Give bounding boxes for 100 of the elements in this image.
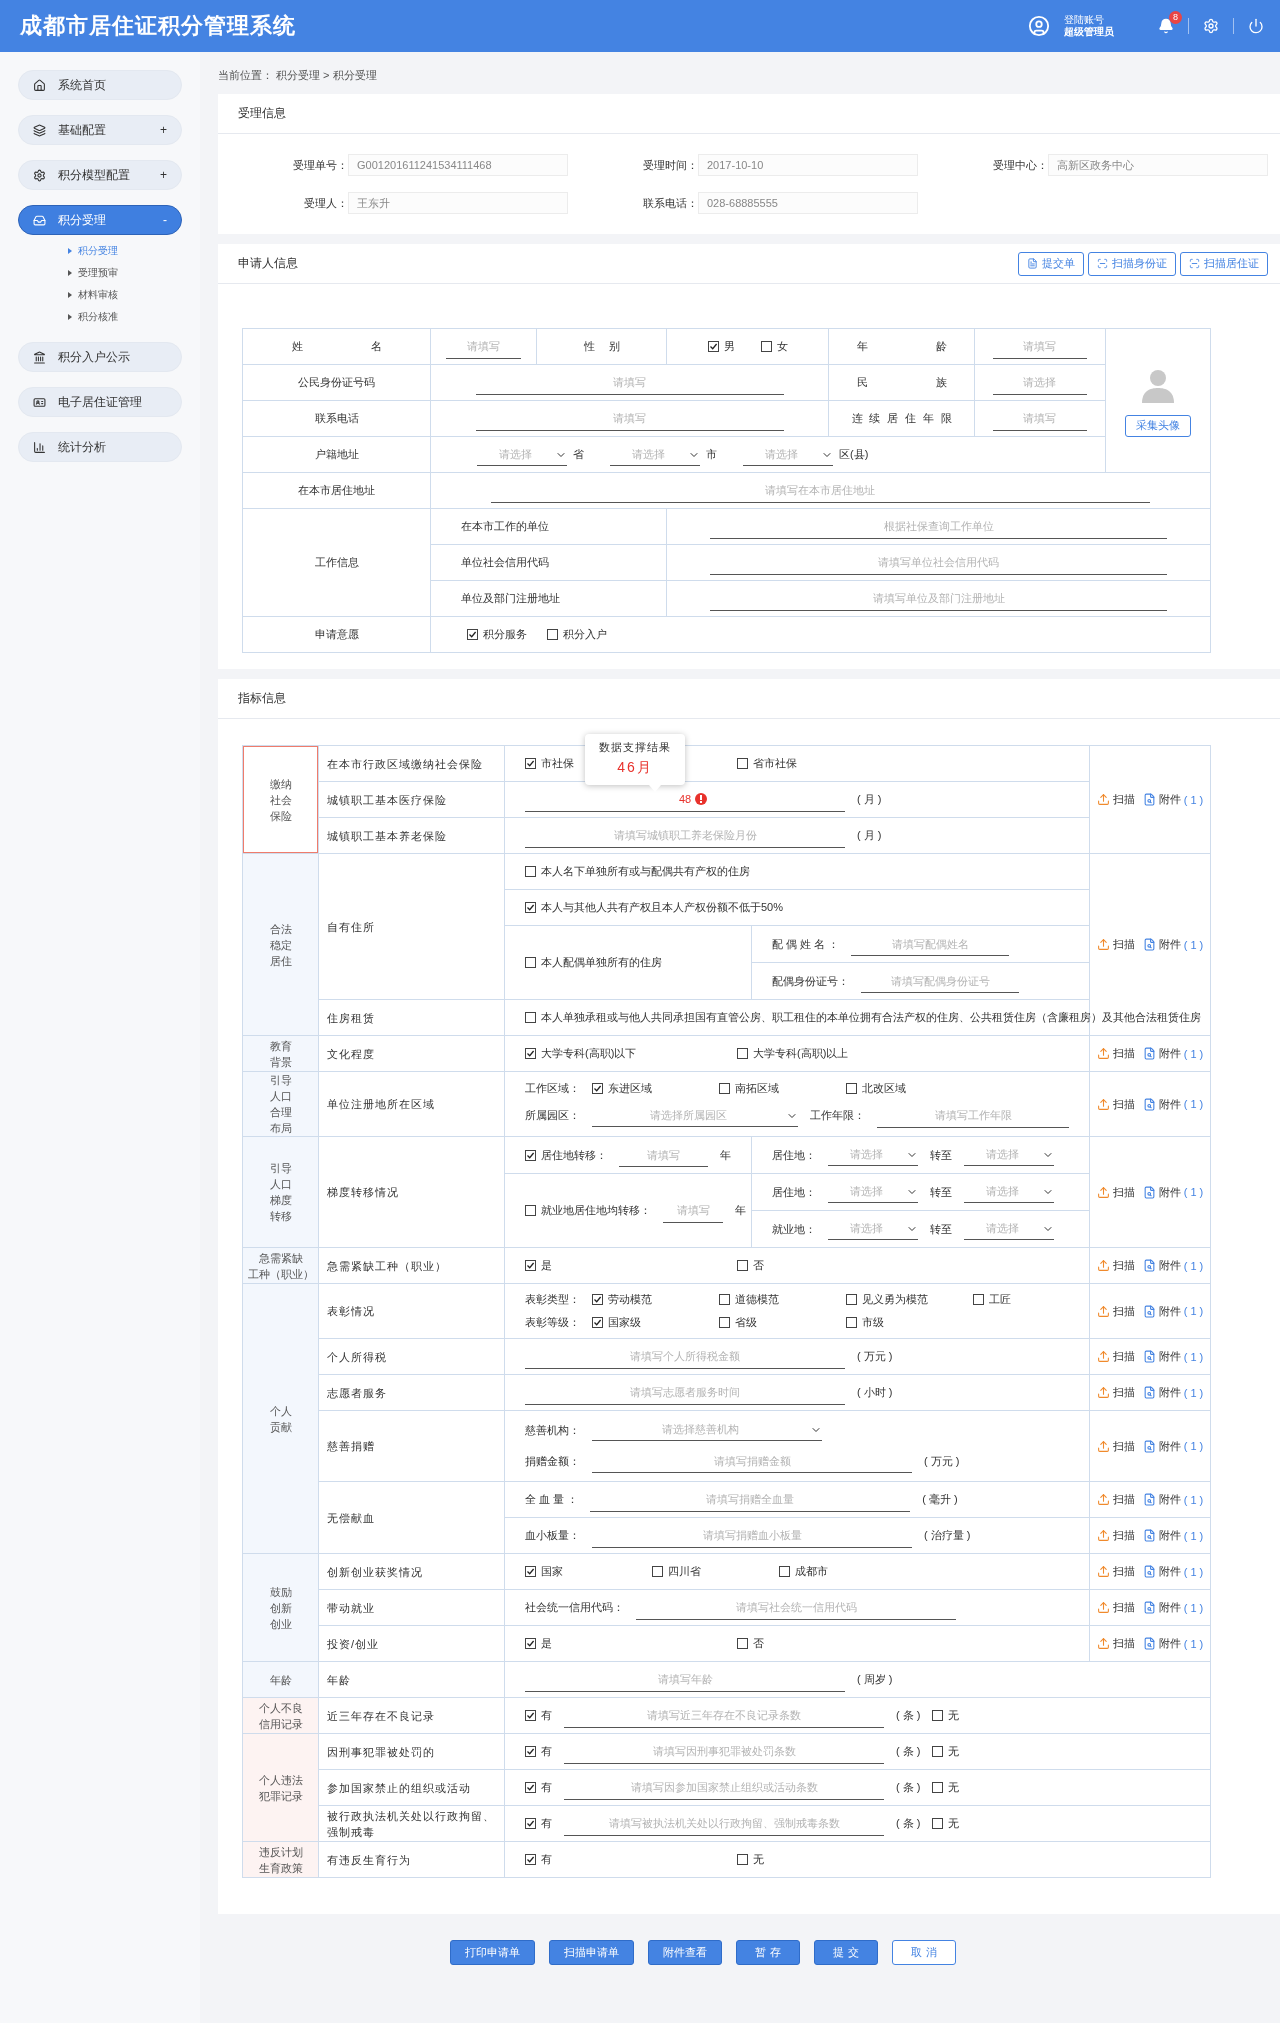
row-label: 志愿者服务	[318, 1374, 505, 1411]
field-label: 受理单号：	[292, 157, 348, 173]
field-label: 姓名	[291, 339, 382, 354]
unit-label: ( 小时 )	[857, 1385, 893, 1400]
field-label: 捐赠金额：	[525, 1453, 580, 1469]
row-label: 有违反生育行为	[318, 1841, 505, 1878]
field-label: 配偶身份证号：	[772, 973, 849, 989]
category-label: 个人不良	[257, 1700, 304, 1716]
row-label: 城镇职工基本养老保险	[318, 817, 505, 854]
row-label: 在本市行政区域缴纳社会保险	[318, 745, 505, 782]
category-label: 贡献	[268, 1419, 293, 1435]
unit-label: ( 条 )	[896, 1780, 921, 1795]
account-role: 超级管理员	[1064, 26, 1114, 38]
row-label: 急需紧缺工种（职业）	[318, 1247, 505, 1284]
card-title: 受理信息	[238, 105, 286, 122]
account-label: 登陆账号	[1064, 14, 1105, 26]
row-label: 住房租赁	[318, 999, 505, 1036]
card-title: 申请人信息	[238, 255, 298, 272]
row-label: 近三年存在不良记录	[318, 1697, 505, 1734]
category-label: 生育政策	[257, 1860, 304, 1876]
field-label: 年	[735, 1203, 746, 1218]
app-title: 成都市居住证积分管理系统	[20, 12, 296, 40]
row-label: 表彰情况	[318, 1283, 505, 1339]
breadcrumb: 当前位置： 积分受理 > 积分受理	[218, 68, 378, 83]
field-label: 表彰等级：	[525, 1315, 580, 1330]
field-label: 慈善机构：	[525, 1422, 580, 1438]
field-label: 居住地：	[772, 1184, 816, 1200]
field-label: 表彰类型：	[525, 1292, 580, 1307]
field-label: 社会统一信用代码：	[525, 1600, 624, 1615]
category-label: 创业	[268, 1616, 293, 1632]
category-label: 违反计划	[257, 1844, 304, 1860]
category-label: 信用记录	[257, 1716, 304, 1732]
field-label: 在本市居住地址	[242, 472, 431, 509]
row-label: 慈善捐赠	[318, 1410, 505, 1482]
unit-label: 区(县)	[839, 447, 869, 462]
category-label: 人口	[268, 1089, 293, 1104]
field-label: 转至	[930, 1184, 952, 1200]
field-label: 年	[720, 1147, 731, 1163]
category-label: 缴纳	[268, 776, 293, 792]
row-label: 年龄	[318, 1661, 505, 1698]
field-label: 单位及部门注册地址	[430, 580, 667, 617]
category-label: 保险	[268, 808, 293, 824]
row-label: 无偿献血	[318, 1481, 505, 1554]
row-label: 创新创业获奖情况	[318, 1553, 505, 1590]
field-label: 户籍地址	[242, 436, 431, 473]
field-label: 工作信息	[242, 508, 431, 617]
field-label: 工作年限：	[810, 1108, 865, 1123]
field-label: 联系电话	[242, 400, 431, 437]
field-label: 转至	[930, 1221, 952, 1237]
row-label: 投资/创业	[318, 1625, 505, 1662]
row-label: 被行政执法机关处以行政拘留、强制戒毒	[318, 1805, 505, 1842]
unit-label: ( 月 )	[857, 792, 882, 807]
field-label: 受理人：	[303, 195, 348, 211]
category-label: 鼓励	[268, 1584, 293, 1600]
field-label: 受理中心：	[992, 157, 1048, 173]
row-label: 城镇职工基本医疗保险	[318, 781, 505, 818]
category-label: 年龄	[268, 1672, 293, 1688]
field-label: 连续居住年限	[851, 411, 952, 426]
field-label: 配 偶 姓 名 ：	[772, 936, 840, 952]
field-label: 工作区域：	[525, 1080, 580, 1096]
unit-label: ( 万元 )	[857, 1349, 893, 1364]
category-label: 合法	[268, 921, 293, 937]
unit-label: 市	[706, 447, 717, 462]
row-label: 单位注册地所在区域	[318, 1071, 505, 1137]
row-label: 个人所得税	[318, 1338, 505, 1375]
field-label: 在本市工作的单位	[430, 508, 667, 545]
category-label: 个人违法	[257, 1772, 304, 1788]
category-label: 个人	[268, 1403, 293, 1419]
unit-label: ( 周岁 )	[857, 1672, 893, 1687]
category-label: 工种（职业）	[246, 1266, 315, 1282]
field-label: 就业地：	[772, 1221, 816, 1237]
row-label: 文化程度	[318, 1035, 505, 1072]
category-label: 稳定	[268, 937, 293, 953]
unit-label: ( 月 )	[857, 828, 882, 843]
notification-badge: 8	[1169, 11, 1182, 24]
category-label: 犯罪记录	[257, 1788, 304, 1804]
category-label: 人口	[268, 1177, 293, 1192]
field-label: 年龄	[856, 339, 947, 354]
field-label: 居住地：	[772, 1147, 816, 1163]
unit-label: ( 条 )	[896, 1708, 921, 1723]
row-label: 参加国家禁止的组织或活动	[318, 1769, 505, 1806]
field-label: 受理时间：	[642, 157, 698, 173]
category-label: 引导	[268, 1073, 293, 1088]
category-label: 转移	[268, 1209, 293, 1224]
category-label: 教育	[268, 1038, 293, 1054]
row-label: 带动就业	[318, 1589, 505, 1626]
row-label: 自有住所	[318, 853, 505, 1000]
card-title: 指标信息	[238, 690, 286, 707]
field-label: 单位社会信用代码	[430, 544, 667, 581]
field-label: 转至	[930, 1147, 952, 1163]
category-label: 急需紧缺	[257, 1250, 304, 1266]
category-label: 社会	[268, 792, 293, 808]
category-label: 引导	[268, 1161, 293, 1176]
unit-label: 省	[573, 447, 584, 462]
field-label: 申请意愿	[242, 616, 431, 653]
unit-label: ( 毫升 )	[922, 1492, 958, 1507]
field-label: 血小板量：	[525, 1528, 580, 1543]
category-label: 梯度	[268, 1193, 293, 1208]
tooltip-title: 数据支撑结果	[599, 739, 671, 755]
field-label: 性别	[583, 339, 620, 354]
